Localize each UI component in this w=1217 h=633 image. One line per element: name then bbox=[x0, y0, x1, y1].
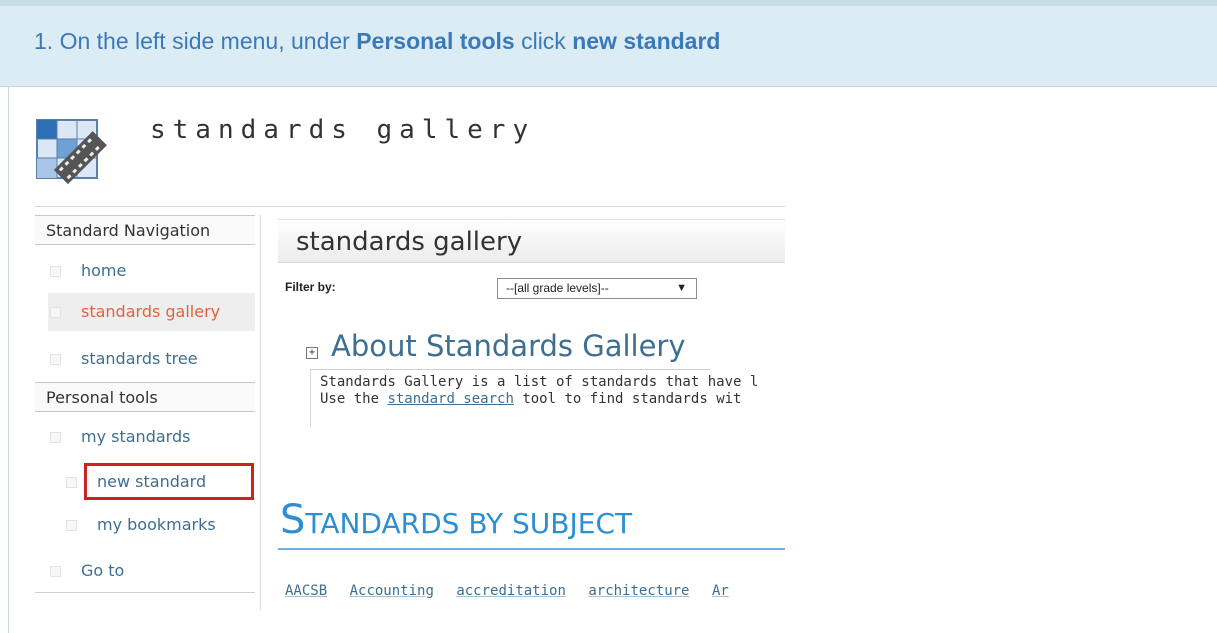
nav-item-my-bookmarks[interactable]: my bookmarks bbox=[66, 506, 216, 544]
about-left-rule bbox=[310, 369, 311, 427]
bullet-icon bbox=[50, 566, 61, 577]
bullet-icon bbox=[66, 477, 77, 488]
about-body: Standards Gallery is a list of standards… bbox=[320, 374, 785, 408]
filter-label: Filter by: bbox=[285, 280, 336, 294]
nav-item-go-to[interactable]: Go to bbox=[50, 552, 124, 590]
instruction-middle: click bbox=[521, 28, 566, 54]
bullet-icon bbox=[50, 307, 61, 318]
nav-item-home[interactable]: home bbox=[50, 252, 126, 290]
instruction-banner: 1. On the left side menu, under Personal… bbox=[0, 0, 1217, 87]
bullet-icon bbox=[50, 354, 61, 365]
nav-item-my-standards[interactable]: my standards bbox=[50, 418, 190, 456]
about-title[interactable]: About Standards Gallery bbox=[331, 329, 686, 363]
instruction-prefix: On the left side menu, under bbox=[59, 28, 350, 54]
bullet-icon bbox=[50, 432, 61, 443]
grade-level-select[interactable]: --[all grade levels]-- ▼ bbox=[497, 278, 697, 299]
nav-item-new-standard[interactable]: new standard bbox=[36, 463, 256, 501]
standard-search-link[interactable]: standard search bbox=[387, 391, 513, 407]
nav-item-label: my bookmarks bbox=[97, 515, 216, 534]
about-line-2: Use the standard search tool to find sta… bbox=[320, 391, 785, 408]
nav-item-label: Go to bbox=[81, 561, 125, 580]
dropdown-arrow-icon: ▼ bbox=[676, 282, 687, 294]
nav-divider bbox=[35, 592, 255, 593]
nav-item-label: my standards bbox=[81, 427, 191, 446]
subject-divider bbox=[278, 548, 785, 550]
nav-item-standards-tree[interactable]: standards tree bbox=[50, 340, 198, 378]
header-divider bbox=[35, 206, 785, 207]
instruction-text: 1. On the left side menu, under Personal… bbox=[34, 28, 720, 55]
nav-header-personal: Personal tools bbox=[35, 382, 255, 412]
frame-border bbox=[8, 87, 9, 633]
expand-icon[interactable]: + bbox=[306, 347, 318, 359]
site-title: standards gallery bbox=[150, 115, 536, 145]
about-line-1: Standards Gallery is a list of standards… bbox=[320, 374, 759, 390]
select-value: --[all grade levels]-- bbox=[506, 281, 609, 295]
about-divider bbox=[310, 369, 710, 370]
subject-heading: STANDARDS BY SUBJECT bbox=[280, 497, 632, 543]
nav-header-standard: Standard Navigation bbox=[35, 215, 255, 245]
tag-link[interactable]: architecture bbox=[588, 583, 689, 599]
tag-link[interactable]: Accounting bbox=[350, 583, 434, 599]
tag-link[interactable]: accreditation bbox=[456, 583, 566, 599]
about-line-2-suffix: tool to find standards wit bbox=[522, 391, 742, 407]
subject-heading-initial: S bbox=[280, 497, 306, 543]
subject-tags: AACSB Accounting accreditation architect… bbox=[285, 583, 785, 599]
tag-link[interactable]: Ar bbox=[712, 583, 729, 599]
column-divider bbox=[260, 215, 261, 610]
bullet-icon bbox=[66, 520, 77, 531]
nav-item-label: home bbox=[81, 261, 127, 280]
subject-heading-rest: TANDARDS BY SUBJECT bbox=[305, 507, 633, 540]
bullet-icon bbox=[50, 266, 61, 277]
instruction-target: new standard bbox=[572, 28, 721, 54]
page-title: standards gallery bbox=[278, 219, 785, 263]
site-logo-icon bbox=[36, 119, 107, 185]
highlight-box bbox=[84, 463, 254, 500]
tag-link[interactable]: AACSB bbox=[285, 583, 327, 599]
about-line-2-prefix: Use the bbox=[320, 391, 380, 407]
instruction-step: 1. bbox=[34, 28, 54, 54]
nav-item-label: standards gallery bbox=[81, 302, 221, 321]
instruction-section: Personal tools bbox=[356, 28, 515, 54]
nav-item-standards-gallery[interactable]: standards gallery bbox=[48, 293, 255, 331]
nav-item-label: standards tree bbox=[81, 349, 198, 368]
